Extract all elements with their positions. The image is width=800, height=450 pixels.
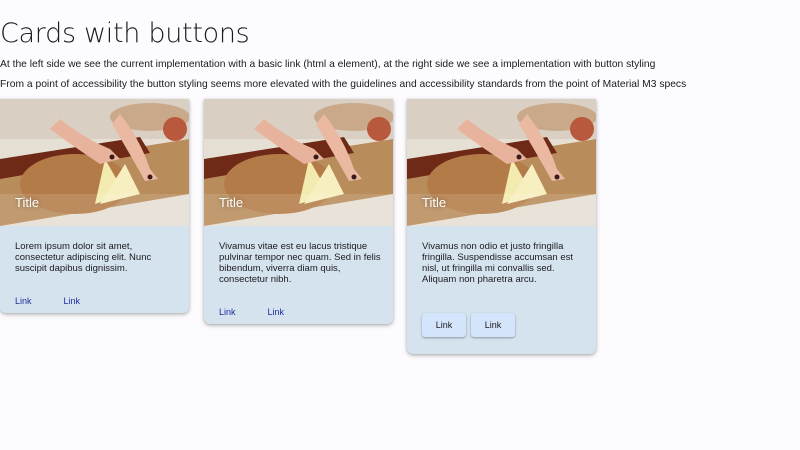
card-image: Title [407, 99, 596, 226]
card-link-2[interactable]: Link [64, 296, 81, 306]
card-title: Title [219, 195, 244, 210]
card-title: Title [15, 195, 40, 210]
card-link-1[interactable]: Link [15, 296, 32, 306]
card-actions: Link Link [422, 313, 515, 337]
card-text: Vivamus non odio et justo fringilla frin… [422, 241, 574, 285]
card-actions: Link Link [15, 296, 80, 306]
description-left-right: At the left side we see the current impl… [0, 59, 656, 70]
card-actions: Link Link [219, 307, 284, 317]
page: Cards with buttons At the left side we s… [0, 0, 800, 450]
card-3: Title Vivamus non odio et justo fringill… [407, 99, 596, 354]
card-image: Title [204, 99, 393, 226]
card-1: Title Lorem ipsum dolor sit amet, consec… [0, 99, 189, 313]
card-link-2[interactable]: Link [268, 307, 285, 317]
card-text: Vivamus vitae est eu lacus tristique pul… [219, 241, 381, 285]
card-2: Title Vivamus vitae est eu lacus tristiq… [204, 99, 393, 324]
card-title: Title [422, 195, 447, 210]
card-image: Title [0, 99, 189, 226]
card-text: Lorem ipsum dolor sit amet, consectetur … [15, 241, 152, 274]
card-button-2[interactable]: Link [471, 313, 515, 337]
description-accessibility: From a point of accessibility the button… [0, 79, 687, 90]
card-link-1[interactable]: Link [219, 307, 236, 317]
page-title: Cards with buttons [0, 18, 250, 49]
card-button-1[interactable]: Link [422, 313, 466, 337]
